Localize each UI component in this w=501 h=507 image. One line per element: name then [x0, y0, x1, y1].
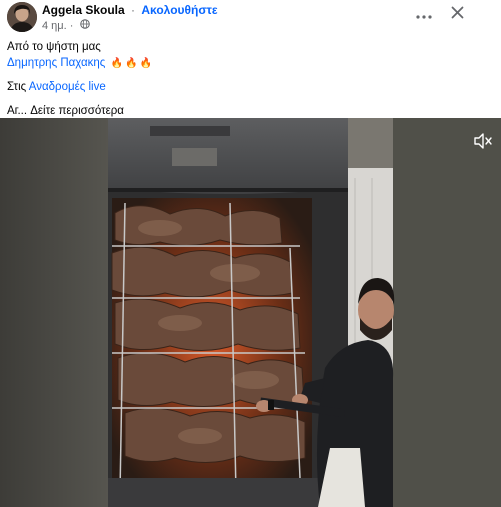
- caption-text: Από το ψήστη μας: [7, 41, 101, 53]
- post-header: Aggela Skoula · Ακολουθήστε 4 ημ. ·: [0, 0, 501, 36]
- more-options-button[interactable]: [414, 8, 434, 22]
- speaker-muted-icon: [473, 133, 493, 154]
- separator-dot: ·: [131, 3, 136, 17]
- video-player[interactable]: [0, 118, 501, 507]
- tagged-person-link[interactable]: Δημητρης Παχακης: [7, 57, 105, 69]
- author-avatar[interactable]: [7, 2, 37, 32]
- truncated-line: Αг... Δείτε περισσότερα: [7, 103, 487, 119]
- video-frame: [0, 118, 501, 507]
- close-button[interactable]: [448, 6, 466, 24]
- fire-emoji-3: 🔥: [139, 58, 152, 69]
- globe-icon: [80, 19, 91, 32]
- fire-emoji-1: 🔥: [110, 58, 123, 69]
- post-caption: Από το ψήστη μας Δημητρης Παχακης 🔥 🔥 🔥 Στ…: [7, 39, 487, 119]
- fire-emoji-2: 🔥: [125, 58, 138, 69]
- truncated-text: Αг...: [7, 105, 28, 117]
- post-timestamp[interactable]: 4 ημ.: [42, 20, 67, 32]
- author-line: Aggela Skoula · Ακολουθήστε: [42, 3, 218, 17]
- close-icon: [451, 6, 464, 24]
- group-link[interactable]: Αναδρομές live: [29, 81, 106, 93]
- more-horizontal-icon: [416, 6, 432, 24]
- see-more-link[interactable]: Δείτε περισσότερα: [30, 105, 124, 117]
- mute-button[interactable]: [473, 132, 493, 150]
- author-name[interactable]: Aggela Skoula: [42, 3, 125, 17]
- group-prefix: Στις: [7, 81, 27, 93]
- caption-tag-line: Δημητρης Παχακης 🔥 🔥 🔥: [7, 55, 487, 71]
- meta-separator: ·: [69, 19, 74, 32]
- caption-spacer-2: [7, 95, 487, 103]
- post-meta: 4 ημ. ·: [42, 19, 91, 32]
- group-line: Στις Αναδρομές live: [7, 79, 487, 95]
- follow-button[interactable]: Ακολουθήστε: [141, 3, 217, 17]
